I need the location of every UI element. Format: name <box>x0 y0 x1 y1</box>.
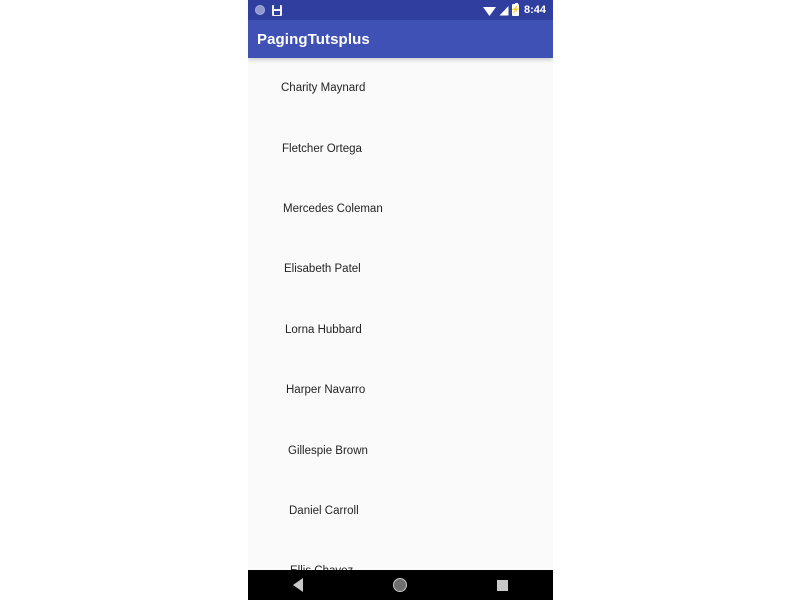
home-button-icon[interactable] <box>393 578 407 592</box>
list-item[interactable]: Charity Maynard <box>248 58 553 118</box>
list-item-label: Gillespie Brown <box>288 444 368 457</box>
sync-circle-icon <box>255 5 265 15</box>
list-item-label: Lorna Hubbard <box>285 323 362 336</box>
list-item[interactable]: Fletcher Ortega <box>248 118 553 178</box>
list-item-label: Daniel Carroll <box>289 504 359 517</box>
recents-button-icon[interactable] <box>497 579 508 591</box>
list-item-label: Mercedes Coleman <box>283 202 383 215</box>
list-item[interactable]: Elisabeth Patel <box>248 239 553 299</box>
name-list[interactable]: Charity Maynard Fletcher Ortega Mercedes… <box>248 58 553 570</box>
phone-screen: ⚡ 8:44 PagingTutsplus Charity Maynard Fl… <box>248 0 553 600</box>
signal-bars-icon <box>499 5 509 15</box>
list-item[interactable]: Harper Navarro <box>248 360 553 420</box>
app-bar-title: PagingTutsplus <box>257 30 370 48</box>
status-bar-system-icons: ⚡ 8:44 <box>482 3 546 16</box>
status-bar: ⚡ 8:44 <box>248 0 553 20</box>
list-item[interactable]: Daniel Carroll <box>248 481 553 541</box>
wifi-icon <box>482 6 496 16</box>
list-item[interactable]: Ellis Chavez <box>248 541 553 570</box>
list-item[interactable]: Gillespie Brown <box>248 420 553 480</box>
list-item-label: Harper Navarro <box>286 384 366 397</box>
save-icon <box>272 4 282 16</box>
status-bar-notifications <box>255 4 282 16</box>
list-item-label: Elisabeth Patel <box>284 263 361 276</box>
charging-bolt-icon: ⚡ <box>510 5 521 14</box>
list-item-label: Charity Maynard <box>281 82 366 95</box>
battery-charging-icon: ⚡ <box>510 3 521 16</box>
list-item-label: Fletcher Ortega <box>282 142 362 155</box>
list-item[interactable]: Lorna Hubbard <box>248 300 553 360</box>
navigation-bar <box>248 570 553 600</box>
status-bar-clock: 8:44 <box>523 4 546 16</box>
list-item[interactable]: Mercedes Coleman <box>248 179 553 239</box>
app-bar: PagingTutsplus <box>248 20 553 58</box>
back-button-icon[interactable] <box>293 578 303 592</box>
